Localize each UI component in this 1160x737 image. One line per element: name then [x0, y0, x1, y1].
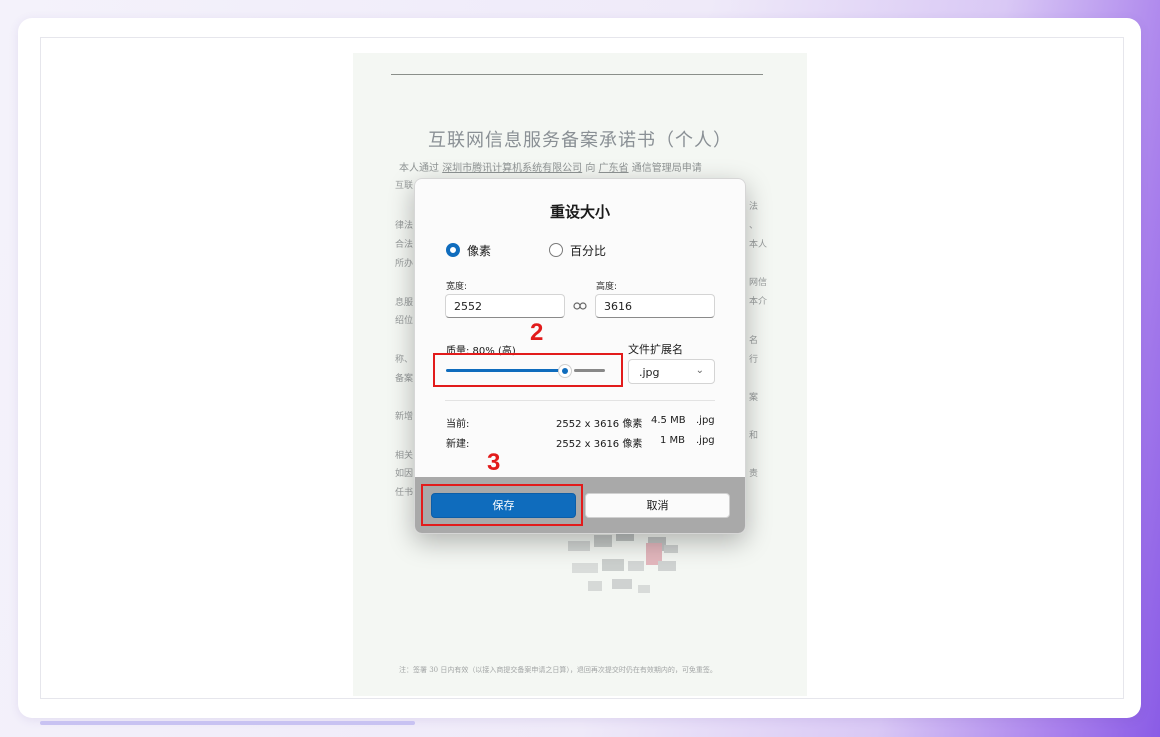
chevron-down-icon: ⌄	[695, 365, 704, 376]
doc-fragment: 行	[749, 355, 759, 365]
doc-fragment: 本介	[749, 297, 768, 307]
new-size: 1 MB	[660, 435, 686, 446]
doc-fragment: 息服	[395, 298, 414, 308]
current-size: 4.5 MB	[651, 415, 686, 426]
doc-fragment: 称、	[395, 355, 414, 365]
new-dimensions: 2552 x 3616 像素	[556, 439, 643, 450]
new-extension: .jpg	[696, 435, 715, 446]
doc-fragment: 任书	[395, 488, 414, 498]
current-label: 当前:	[446, 419, 470, 430]
height-input[interactable]: 3616	[595, 294, 715, 318]
doc-fragment: 名	[749, 336, 759, 346]
annotation-number-2: 2	[530, 319, 544, 346]
file-extension-label: 文件扩展名	[628, 343, 683, 356]
link-icon[interactable]	[573, 300, 587, 312]
pixels-radio-label[interactable]: 像素	[467, 242, 491, 259]
doc-fragment: 合法	[395, 240, 414, 250]
pixels-radio[interactable]	[446, 243, 460, 257]
document-top-rule	[391, 74, 763, 75]
doc-fragment: 案	[749, 393, 759, 403]
doc-fragment: 绍位	[395, 316, 414, 326]
document-footnote: 注：签署 30 日内有效（以接入商提交备案申请之日算），退回再次提交时仍在有效期…	[399, 666, 717, 674]
width-input[interactable]: 2552	[445, 294, 565, 318]
cancel-button[interactable]: 取消	[585, 493, 730, 518]
doc-fragment: 备案	[395, 374, 414, 384]
new-label: 新建:	[446, 439, 470, 450]
annotation-box-quality	[433, 353, 623, 387]
dialog-title: 重设大小	[549, 203, 610, 221]
annotation-box-save	[421, 484, 583, 526]
extension-select-value: .jpg	[639, 366, 660, 379]
document-intro-line: 本人通过 深圳市腾讯计算机系统有限公司 向 广东省 通信管理局申请	[399, 163, 702, 174]
doc-fragment: 律法	[395, 221, 414, 231]
doc-fragment: 网信	[749, 278, 768, 288]
doc-fragment: 所办	[395, 259, 414, 269]
doc-fragment: 责	[749, 469, 759, 479]
doc-fragment: 互联	[395, 181, 414, 191]
percentage-radio-label[interactable]: 百分比	[570, 242, 606, 259]
doc-fragment: 本人	[749, 240, 768, 250]
divider	[445, 400, 715, 401]
doc-fragment: 法	[749, 202, 759, 212]
current-dimensions: 2552 x 3616 像素	[556, 419, 643, 430]
percentage-radio[interactable]	[549, 243, 563, 257]
doc-fragment: 和	[749, 431, 759, 441]
doc-fragment: 相关	[395, 451, 414, 461]
extension-select[interactable]: .jpg ⌄	[628, 359, 715, 384]
annotation-number-3: 3	[487, 449, 501, 476]
pixelated-signature	[568, 531, 688, 606]
doc-fragment: 如因	[395, 469, 414, 479]
height-label: 高度:	[596, 282, 618, 292]
width-label: 宽度:	[446, 282, 468, 292]
progress-underline	[40, 721, 415, 725]
document-title: 互联网信息服务备案承诺书（个人）	[428, 130, 732, 151]
doc-fragment: 、	[749, 221, 759, 231]
current-extension: .jpg	[696, 415, 715, 426]
doc-fragment: 新增	[395, 412, 414, 422]
